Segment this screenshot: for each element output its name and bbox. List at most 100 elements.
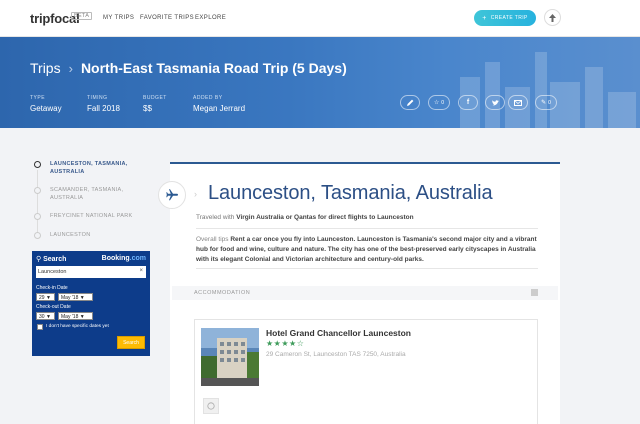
overview-text: Rent a car once you fly into Launceston.… <box>196 236 537 263</box>
hotel-star-rating: ★★★★☆ <box>266 339 304 348</box>
search-icon: ⚲ <box>36 256 42 263</box>
divider <box>196 268 538 269</box>
no-dates-checkbox[interactable] <box>37 324 43 330</box>
star-filled-icon: ★ <box>266 339 274 348</box>
meta-budget-value: $$ <box>143 104 152 113</box>
hotel-name[interactable]: Hotel Grand Chancellor Launceston <box>266 328 411 338</box>
trip-title: North-East Tasmania Road Trip (5 Days) <box>80 60 347 76</box>
star-filled-icon: ★ <box>289 339 297 348</box>
hotel-link-button[interactable] <box>203 398 219 414</box>
nav-explore[interactable]: EXPLORE <box>195 15 226 21</box>
star-outline-icon: ☆ <box>296 339 305 348</box>
top-navbar: tripfocal BETA MY TRIPS FAVORITE TRIPS E… <box>0 0 640 37</box>
collapse-icon[interactable] <box>531 289 538 296</box>
chevron-right-icon: › <box>194 189 197 199</box>
breadcrumb-trips[interactable]: Trips <box>30 60 61 76</box>
destination-input[interactable]: Launceston × <box>36 266 146 278</box>
checkin-day-value: 29 <box>39 295 45 301</box>
step-label: FREYCINET NATIONAL PARK <box>50 213 133 219</box>
overall-tips: Overall tips Rent a car once you fly int… <box>196 235 538 265</box>
checkout-month-value: May '18 <box>61 314 79 320</box>
hotel-building-image <box>201 328 259 386</box>
arrow-up-icon <box>549 13 556 22</box>
meta-timing-key: TIMING <box>87 95 108 101</box>
checkin-label: Check-in Date <box>36 285 68 291</box>
accommodation-label: ACCOMMODATION <box>194 290 251 296</box>
step-dot-icon <box>34 232 41 239</box>
checkout-month-select[interactable]: May '18 ▼ <box>58 312 93 320</box>
meta-budget: BUDGET $$ <box>143 95 167 113</box>
twitter-share-button[interactable] <box>485 95 505 110</box>
no-dates-label: I don't have specific dates yet <box>46 324 109 329</box>
booking-brand: Booking <box>101 255 130 262</box>
city-skyline-image <box>460 52 636 128</box>
steps-connector-line <box>37 170 38 235</box>
checkin-month-select[interactable]: May '18 ▼ <box>58 293 93 301</box>
meta-added-by-key: ADDED BY <box>193 95 223 101</box>
booking-search-button[interactable]: Search <box>117 336 145 349</box>
overview-prefix: Overall tips <box>196 236 229 243</box>
trip-banner: Trips › North-East Tasmania Road Trip (5… <box>0 37 640 128</box>
twitter-icon <box>491 99 499 105</box>
comment-icon: ✎ <box>541 100 547 106</box>
create-trip-button[interactable]: + CREATE TRIP <box>474 10 536 26</box>
accommodation-section-header: ACCOMMODATION <box>172 286 558 300</box>
step-dot-icon <box>34 187 41 194</box>
beta-badge: BETA <box>71 12 93 20</box>
divider <box>196 228 538 229</box>
meta-added-by: ADDED BY Megan Jerrard <box>193 95 245 113</box>
user-menu-button[interactable] <box>544 9 561 26</box>
pencil-icon <box>406 99 413 106</box>
checkin-month-value: May '18 <box>61 295 79 301</box>
step-dot-icon <box>34 161 41 168</box>
travel-info: Traveled with Virgin Australia or Qantas… <box>196 214 414 221</box>
envelope-icon <box>514 99 522 106</box>
booking-heading: ⚲ Search <box>36 255 66 263</box>
meta-type-key: TYPE <box>30 95 46 101</box>
destination-title: Launceston, Tasmania, Australia <box>208 182 493 204</box>
meta-type-value: Getaway <box>30 104 62 113</box>
breadcrumb: Trips › North-East Tasmania Road Trip (5… <box>30 60 347 76</box>
airplane-icon <box>166 189 178 201</box>
comments-button[interactable]: ✎ 0 <box>535 95 557 110</box>
step-dot-icon <box>34 213 41 220</box>
facebook-icon: f <box>466 99 470 106</box>
edit-button[interactable] <box>400 95 420 110</box>
meta-budget-key: BUDGET <box>143 95 167 101</box>
meta-timing: TIMING Fall 2018 <box>87 95 120 113</box>
globe-icon <box>207 402 215 410</box>
star-filled-icon: ★ <box>281 339 290 348</box>
nav-my-trips[interactable]: MY TRIPS <box>103 15 134 21</box>
hotel-photo[interactable] <box>201 328 259 386</box>
meta-type: TYPE Getaway <box>30 95 62 113</box>
flight-button[interactable] <box>158 181 186 209</box>
step-label: SCAMANDER, TASMANIA, AUSTRALIA <box>50 187 124 201</box>
meta-added-by-value: Megan Jerrard <box>193 104 246 113</box>
facebook-share-button[interactable]: f <box>458 95 478 110</box>
booking-search-widget: ⚲ Search Booking.com Launceston × Check-… <box>32 251 150 356</box>
destination-value: Launceston <box>38 269 67 275</box>
like-button[interactable]: ☆ 0 <box>428 95 450 110</box>
booking-heading-label: Search <box>43 256 67 263</box>
hotel-card[interactable]: Hotel Grand Chancellor Launceston ★★★★☆ … <box>194 319 538 424</box>
hotel-address: 29 Cameron St, Launceston TAS 7250, Aust… <box>266 351 406 358</box>
travel-text: Virgin Australia or Qantas for direct fl… <box>236 214 414 221</box>
like-count: 0 <box>441 99 445 106</box>
nav-favorite-trips[interactable]: FAVORITE TRIPS <box>140 15 194 21</box>
comment-count: 0 <box>548 99 551 106</box>
star-outline-icon: ☆ <box>433 100 440 106</box>
plus-icon: + <box>482 14 487 22</box>
checkin-day-select[interactable]: 29 ▼ <box>36 293 55 301</box>
booking-brand-suffix: .com <box>129 255 146 262</box>
step-label: LAUNCESTON <box>50 232 91 238</box>
chevron-right-icon: › <box>68 60 73 76</box>
meta-timing-value: Fall 2018 <box>87 104 120 113</box>
checkout-label: Check-out Date <box>36 304 71 310</box>
checkout-day-select[interactable]: 30 ▼ <box>36 312 55 320</box>
booking-logo: Booking.com <box>102 255 146 262</box>
clear-icon[interactable]: × <box>139 268 143 274</box>
step-label: LAUNCESTON, TASMANIA, AUSTRALIA <box>50 161 128 175</box>
travel-prefix: Traveled with <box>196 214 235 221</box>
email-share-button[interactable] <box>508 95 528 110</box>
create-trip-label: CREATE TRIP <box>490 15 528 21</box>
